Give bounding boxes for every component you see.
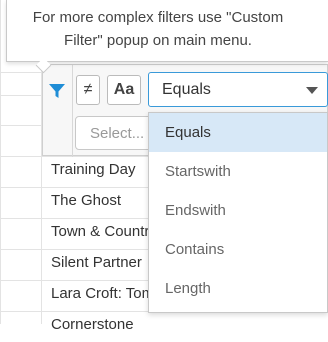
dropdown-option-contains[interactable]: Contains (149, 230, 327, 269)
not-equal-button[interactable]: ≠ (76, 75, 100, 105)
operator-select-value: Equals (162, 81, 211, 98)
filter-icon[interactable] (47, 81, 67, 101)
tooltip-text: For more complex filters use "Custom Fil… (7, 6, 309, 52)
tooltip-line: For more complex filters use "Custom (32, 9, 284, 26)
filter-tooltip: For more complex filters use "Custom Fil… (6, 0, 328, 62)
dropdown-option-equals[interactable]: Equals (149, 113, 327, 152)
dropdown-option-startswith[interactable]: Startswith (149, 152, 327, 191)
chevron-down-icon (306, 87, 318, 94)
match-case-button[interactable]: Aa (107, 75, 141, 105)
table-row[interactable]: Cornerstone (42, 311, 328, 342)
dropdown-option-endswith[interactable]: Endswith (149, 191, 327, 230)
cell-title: Lara Croft: Tomb Raider (51, 285, 151, 302)
cell-title: Cornerstone (51, 316, 134, 333)
operator-dropdown-list: Equals Startswith Endswith Contains Leng… (148, 112, 328, 313)
grid-column-line (0, 0, 1, 324)
cell-title: Town & Country (51, 223, 151, 240)
cell-title: Training Day (51, 161, 136, 178)
panel-divider (72, 65, 73, 157)
filter-value-placeholder: Select... (90, 125, 145, 142)
cell-title: The Ghost (51, 192, 122, 209)
operator-select[interactable]: Equals (148, 72, 328, 107)
tooltip-line: Filter" popup on main menu. (64, 32, 252, 49)
dropdown-option-length[interactable]: Length (149, 269, 327, 308)
cell-title: Silent Partner (51, 254, 142, 271)
